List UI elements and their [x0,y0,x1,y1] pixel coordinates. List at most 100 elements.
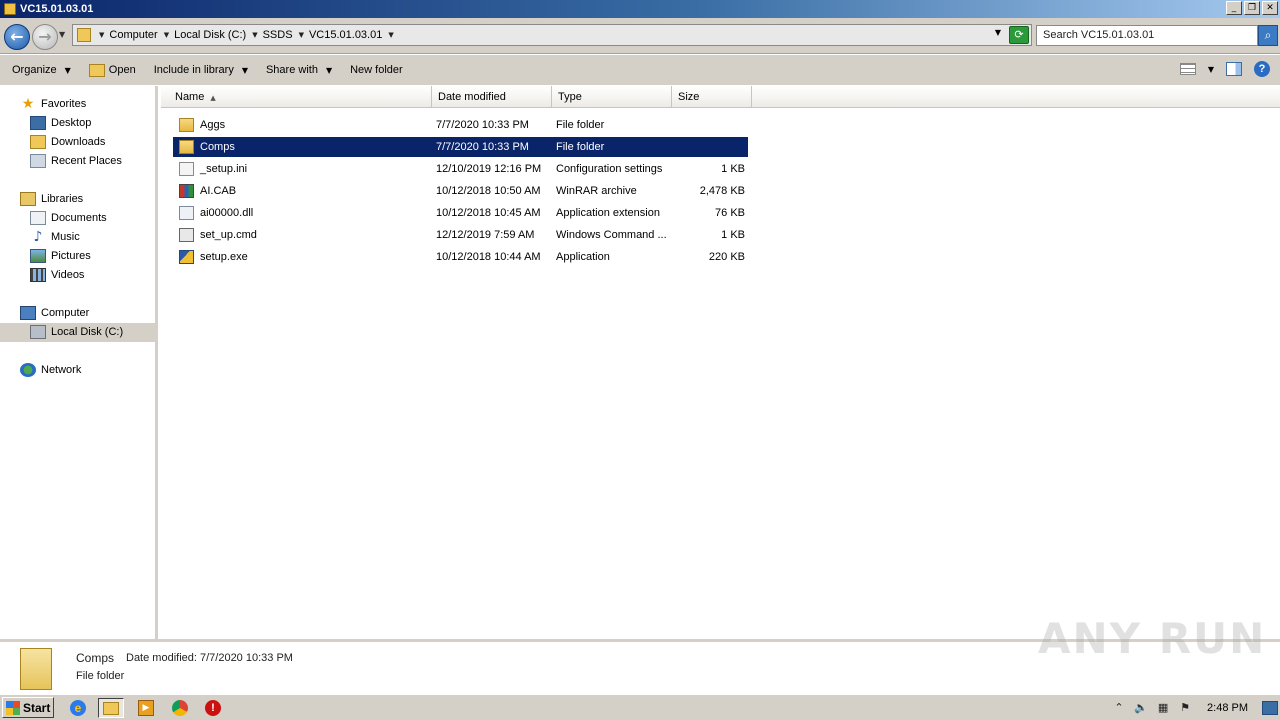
nav-item-desktop[interactable]: Desktop [30,116,91,130]
file-name-cell[interactable]: setup.exe [179,247,429,267]
nav-item-favorites[interactable]: ★ Favorites [20,97,87,111]
table-row[interactable]: set_up.cmd 12/12/2019 7:59 AM Windows Comm… [173,225,748,245]
table-row[interactable]: ai00000.dll 10/12/2018 10:45 AM Applicatio… [173,203,748,223]
chrome-taskbar-button[interactable] [170,698,192,718]
change-view-icon[interactable] [1179,63,1196,75]
file-name-cell[interactable]: set_up.cmd [179,225,429,245]
media-player-icon: ▶ [138,700,154,716]
table-row[interactable]: Comps 7/7/2020 10:33 PM File folder [173,137,748,157]
refresh-button[interactable]: ⟳ [1009,26,1029,44]
folder-icon [4,3,16,15]
search-button[interactable]: ⌕ [1258,25,1278,46]
breadcrumb-item[interactable]: ▼ VC15.01.03.01 ▼ [299,29,394,41]
file-name-cell[interactable]: Aggs [179,115,429,135]
internet-explorer-taskbar-button[interactable]: e [68,698,90,718]
clock[interactable]: 2:48 PM [1207,702,1248,714]
new-folder-button[interactable]: New folder [350,64,403,76]
network-status-icon[interactable]: ▦ [1155,700,1171,716]
arrow-right-icon: → [38,27,52,46]
address-history-dropdown[interactable]: ▼ [995,28,1001,37]
file-name[interactable]: Comps [200,137,235,157]
file-name[interactable]: AI.CAB [200,181,236,201]
recent-pages-dropdown[interactable]: ▼ [59,30,65,39]
chevron-down-icon[interactable]: ▼ [299,31,304,39]
file-name-cell[interactable]: ai00000.dll [179,203,429,223]
internet-explorer-icon: e [70,700,86,716]
column-header-name[interactable]: Name ▲ [169,86,432,108]
help-icon[interactable]: ? [1254,61,1270,77]
details-type: File folder [76,670,125,682]
nav-item-documents[interactable]: Documents [30,211,107,225]
explorer-taskbar-button[interactable] [98,698,124,718]
nav-item-downloads[interactable]: Downloads [30,135,105,149]
organize-button[interactable]: Organize ▼ [12,64,71,76]
close-button[interactable]: ✕ [1262,1,1278,15]
chevron-down-icon[interactable]: ▼ [252,31,257,39]
file-date-modified: 12/10/2019 12:16 PM [436,163,542,175]
show-desktop-icon[interactable] [1262,701,1278,715]
libraries-icon [20,192,36,206]
volume-icon[interactable]: 🔈 [1133,700,1149,716]
table-row[interactable]: _setup.ini 12/10/2019 12:16 PM Configurati… [173,159,748,179]
file-name[interactable]: ai00000.dll [200,203,253,223]
file-name[interactable]: setup.exe [200,247,248,267]
file-size [673,115,745,135]
open-button[interactable]: Open [88,63,136,77]
table-row[interactable]: Aggs 7/7/2020 10:33 PM File folder [173,115,748,135]
column-header-type[interactable]: Type [552,86,672,108]
arrow-left-icon: ← [10,27,24,46]
media-player-taskbar-button[interactable]: ▶ [136,698,158,718]
share-with-button[interactable]: Share with ▼ [266,64,332,76]
chevron-down-icon[interactable]: ▼ [388,31,393,39]
forward-button[interactable]: → [32,24,58,50]
breadcrumb-item[interactable]: ▼ SSDS [252,29,292,41]
start-button[interactable]: Start [2,697,54,718]
chevron-down-icon: ▼ [241,65,248,75]
nav-item-local-disk[interactable]: Local Disk (C:) [30,325,123,339]
anyrun-watermark: ANY RUN [1038,614,1267,663]
local-disk-icon [30,325,46,339]
nav-item-music[interactable]: ♪ Music [30,230,80,244]
nav-item-videos[interactable]: Videos [30,268,84,282]
nav-item-computer[interactable]: Computer [20,306,89,320]
address-box[interactable]: ▼ Computer ▼ Local Disk (C:) ▼ SSDS ▼ VC15.0… [72,24,1032,46]
view-options-dropdown[interactable]: ▼ [1208,65,1214,74]
column-header-size[interactable]: Size [672,86,752,108]
back-button[interactable]: ← [4,24,30,50]
nav-item-libraries[interactable]: Libraries [20,192,83,206]
breadcrumb-item[interactable]: ▼ Computer [99,29,158,41]
preview-pane-icon[interactable] [1226,62,1242,76]
file-name-cell[interactable]: _setup.ini [179,159,429,179]
file-name-cell[interactable]: AI.CAB [179,181,429,201]
taskbar: Start e ▶ ! ⌃ 🔈 ▦ ⚑ 2:48 PM [0,694,1280,720]
file-name-cell[interactable]: Comps [179,137,429,157]
file-name[interactable]: set_up.cmd [200,225,257,245]
table-row[interactable]: setup.exe 10/12/2018 10:44 AM Application 2… [173,247,748,267]
table-row[interactable]: AI.CAB 10/12/2018 10:50 AM WinRAR archive 2… [173,181,748,201]
show-hidden-icons-icon[interactable]: ⌃ [1111,700,1127,716]
include-in-library-button[interactable]: Include in library ▼ [154,64,248,76]
nav-item-recent-places[interactable]: Recent Places [30,154,122,168]
file-name[interactable]: Aggs [200,115,225,135]
chevron-down-icon[interactable]: ▼ [164,31,169,39]
recent-places-icon [30,154,46,168]
stop-app-taskbar-button[interactable]: ! [203,698,225,718]
breadcrumb-item[interactable]: ▼ Local Disk (C:) [164,29,247,41]
exe-file-icon [179,250,194,264]
file-date-modified: 10/12/2018 10:45 AM [436,207,541,219]
nav-item-pictures[interactable]: Pictures [30,249,91,263]
file-type: Application extension [556,207,660,219]
column-header-date-modified[interactable]: Date modified [432,86,552,108]
file-size: 76 KB [715,207,745,219]
pictures-icon [30,249,46,263]
minimize-button[interactable]: _ [1226,1,1242,15]
file-name[interactable]: _setup.ini [200,159,247,179]
search-input[interactable]: Search VC15.01.03.01 [1036,25,1258,46]
action-center-flag-icon[interactable]: ⚑ [1177,700,1193,716]
chevron-down-icon[interactable]: ▼ [99,31,104,39]
command-bar: Organize ▼ Open Include in library ▼ Share… [0,55,1280,85]
maximize-button[interactable]: ❐ [1244,1,1260,15]
file-size: 220 KB [708,251,745,263]
nav-item-network[interactable]: Network [20,363,81,377]
details-pane: Comps Date modified: 7/7/2020 10:33 PM F… [0,614,1280,692]
